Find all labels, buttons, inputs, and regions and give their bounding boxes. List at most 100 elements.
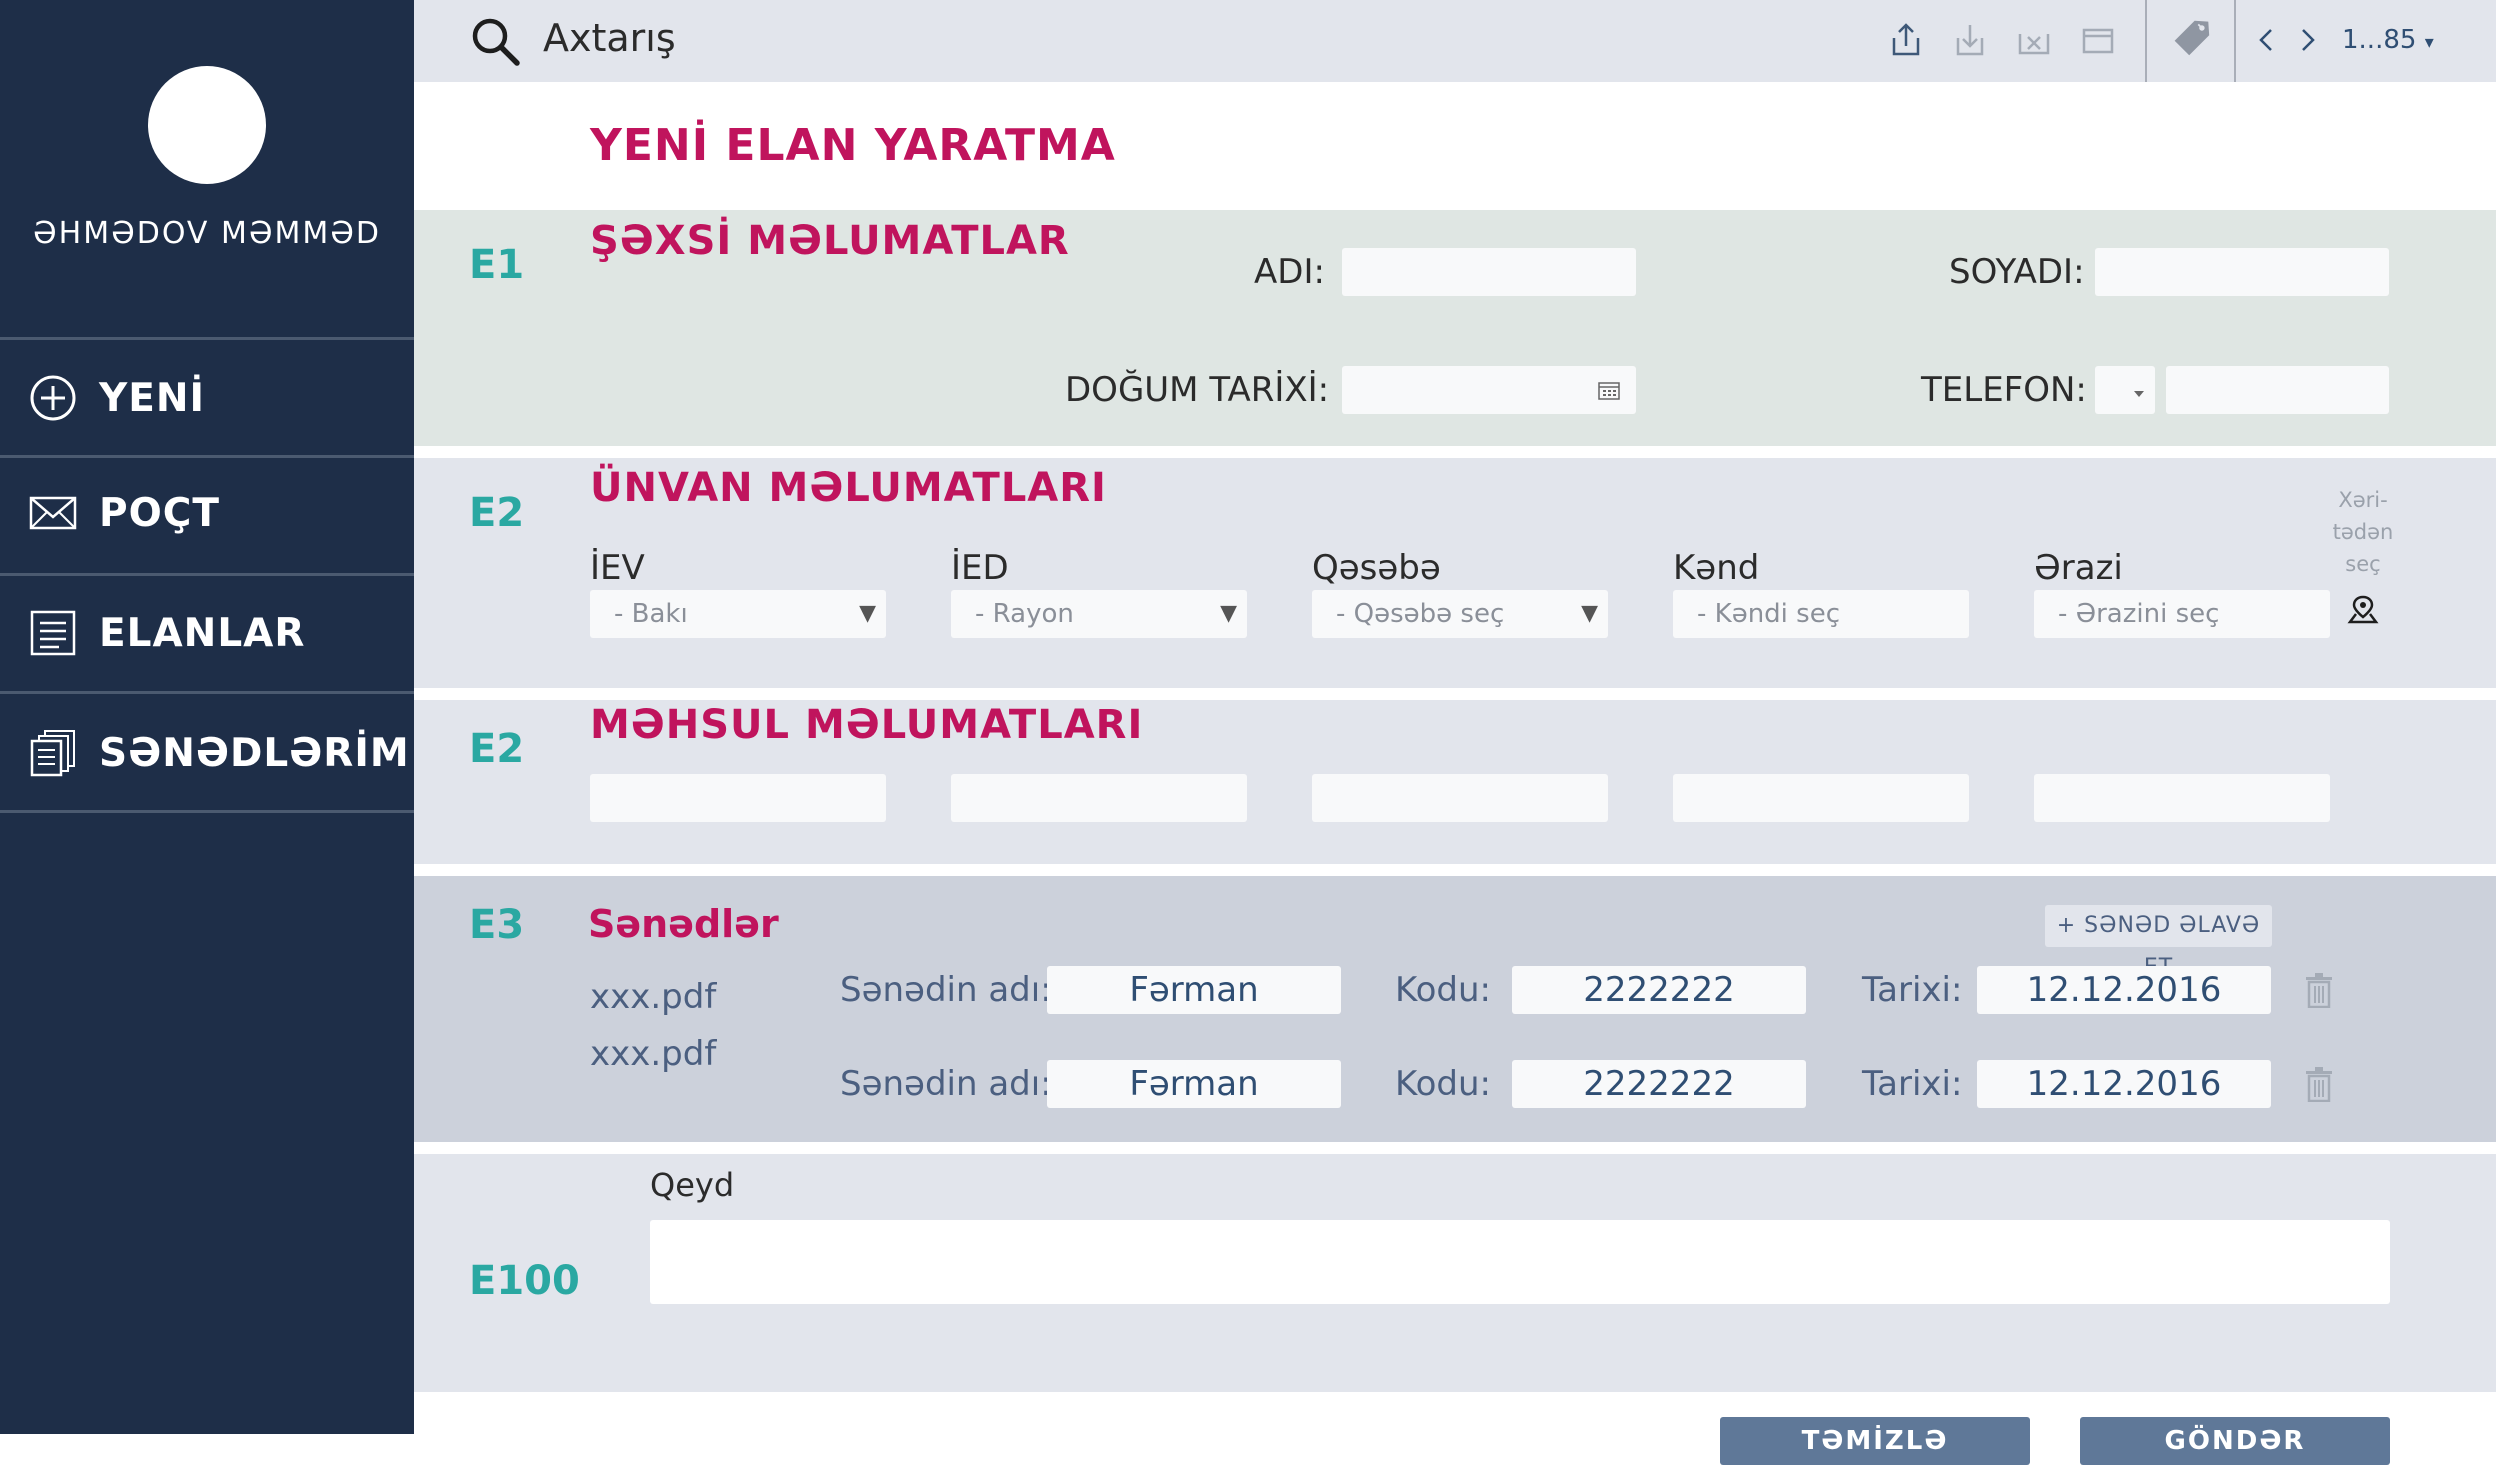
sidebar-divider (0, 337, 414, 340)
select-placeholder: - Qəsəbə seç (1336, 599, 1505, 629)
map-hint-line: seç (2345, 552, 2381, 576)
user-name: ƏHMƏDOV MƏMMƏD (33, 216, 381, 251)
note-textarea[interactable] (650, 1220, 2390, 1304)
section-number: E2 (469, 726, 525, 772)
doc-code-label: Kodu: (1395, 970, 1491, 1010)
birth-date-input[interactable] (1342, 366, 1636, 414)
field-label: Qəsəbə (1312, 548, 1441, 588)
field-label: İED (951, 548, 1009, 588)
calendar-icon[interactable] (1598, 380, 1620, 400)
doc-name-label: Sənədin adı: (840, 970, 1052, 1010)
dropdown-arrow-icon: ▼ (1581, 601, 1598, 626)
map-select-hint: Xəri- tədən seç (2316, 484, 2410, 580)
product-input-1[interactable] (590, 774, 886, 822)
search-input[interactable]: Axtarış (543, 16, 676, 60)
chevron-down-icon: ▾ (2424, 32, 2434, 53)
field-label: Ərazi (2034, 548, 2123, 588)
doc-name-label: Sənədin adı: (840, 1064, 1052, 1104)
section-number: E1 (469, 242, 525, 288)
doc-name-input[interactable]: Fərman (1047, 966, 1341, 1014)
select-placeholder: - Ərazini seç (2058, 599, 2220, 629)
section-title: Sənədlər (588, 902, 779, 946)
phone-code-select[interactable] (2095, 366, 2155, 414)
section-title: ŞƏXSİ MƏLUMATLAR (590, 218, 1070, 264)
region-select[interactable]: - Bakı ▼ (590, 590, 886, 638)
sidebar-item-label: ELANLAR (99, 610, 306, 656)
field-label: Kənd (1673, 548, 1760, 588)
page-range: 1...85 (2342, 25, 2417, 55)
page-selector[interactable]: 1...85 ▾ (2342, 22, 2434, 61)
file-name[interactable]: xxx.pdf (590, 975, 716, 1019)
clear-button[interactable]: TƏMİZLƏ (1720, 1417, 2030, 1465)
add-document-button[interactable]: + SƏNƏD ƏLAVƏ ET (2045, 905, 2272, 980)
sidebar-divider (0, 691, 414, 694)
map-hint-line: Xəri- (2338, 488, 2388, 512)
sidebar-divider (0, 810, 414, 813)
section-number: E3 (469, 902, 525, 948)
avatar[interactable] (148, 66, 266, 184)
surname-input[interactable] (2095, 248, 2389, 296)
sidebar-item-label: YENİ (99, 375, 206, 421)
doc-date-input[interactable]: 12.12.2016 (1977, 966, 2271, 1014)
plus-circle-icon (29, 374, 77, 422)
note-label: Qeyd (650, 1166, 735, 1204)
product-input-2[interactable] (951, 774, 1247, 822)
download-icon[interactable] (1950, 20, 1990, 60)
documents-stack-icon (29, 729, 77, 777)
section-number: E100 (469, 1258, 580, 1304)
select-placeholder: - Kəndi seç (1697, 599, 1840, 629)
map-hint-line: tədən (2332, 520, 2394, 544)
chevron-left-icon[interactable] (2255, 24, 2277, 56)
surname-label: SOYADI: (1949, 252, 2085, 292)
remove-box-icon[interactable] (2014, 20, 2054, 60)
trash-icon[interactable] (2304, 972, 2334, 1008)
select-placeholder: - Rayon (975, 599, 1074, 629)
product-input-5[interactable] (2034, 774, 2330, 822)
toolbar-divider (2145, 0, 2147, 82)
sidebar-item-announcements[interactable]: ELANLAR (0, 576, 414, 690)
sidebar-item-label: SƏNƏDLƏRİM (99, 730, 410, 776)
archive-icon[interactable] (2078, 20, 2118, 60)
tag-icon[interactable] (2171, 18, 2215, 62)
dropdown-arrow-icon: ▼ (859, 601, 876, 626)
file-name[interactable]: xxx.pdf (590, 1032, 716, 1076)
map-pin-icon[interactable] (2347, 594, 2379, 626)
select-placeholder: - Bakı (614, 599, 688, 629)
submit-button[interactable]: GÖNDƏR (2080, 1417, 2390, 1465)
field-label: İEV (590, 548, 645, 588)
section-title: ÜNVAN MƏLUMATLARI (590, 465, 1107, 511)
name-input[interactable] (1342, 248, 1636, 296)
section-number: E2 (469, 490, 525, 536)
sidebar-item-mail[interactable]: POÇT (0, 456, 414, 570)
page-title: YENİ ELAN YARATMA (590, 120, 1116, 171)
doc-date-input[interactable]: 12.12.2016 (1977, 1060, 2271, 1108)
doc-name-input[interactable]: Fərman (1047, 1060, 1341, 1108)
name-label: ADI: (1254, 252, 1325, 292)
list-document-icon (29, 609, 77, 657)
chevron-down-icon (2133, 384, 2145, 397)
sidebar-item-new[interactable]: YENİ (0, 341, 414, 455)
area-select[interactable]: - Ərazini seç (2034, 590, 2330, 638)
toolbar-divider (2234, 0, 2236, 82)
product-input-3[interactable] (1312, 774, 1608, 822)
sidebar-item-documents[interactable]: SƏNƏDLƏRİM (0, 696, 414, 810)
doc-date-label: Tarixi: (1862, 1064, 1963, 1104)
phone-label: TELEFON: (1921, 370, 2087, 410)
trash-icon[interactable] (2304, 1066, 2334, 1102)
chevron-right-icon[interactable] (2297, 24, 2319, 56)
section-title: MƏHSUL MƏLUMATLARI (590, 702, 1144, 748)
district-select[interactable]: - Rayon ▼ (951, 590, 1247, 638)
upload-icon[interactable] (1886, 20, 1926, 60)
birth-date-label: DOĞUM TARİXİ: (1065, 370, 1330, 410)
doc-date-label: Tarixi: (1862, 970, 1963, 1010)
search-icon[interactable] (470, 16, 522, 68)
product-input-4[interactable] (1673, 774, 1969, 822)
doc-code-input[interactable]: 2222222 (1512, 966, 1806, 1014)
settlement-select[interactable]: - Qəsəbə seç ▼ (1312, 590, 1608, 638)
phone-number-input[interactable] (2166, 366, 2389, 414)
doc-code-label: Kodu: (1395, 1064, 1491, 1104)
doc-code-input[interactable]: 2222222 (1512, 1060, 1806, 1108)
envelope-icon (29, 489, 77, 537)
village-select[interactable]: - Kəndi seç (1673, 590, 1969, 638)
dropdown-arrow-icon: ▼ (1220, 601, 1237, 626)
